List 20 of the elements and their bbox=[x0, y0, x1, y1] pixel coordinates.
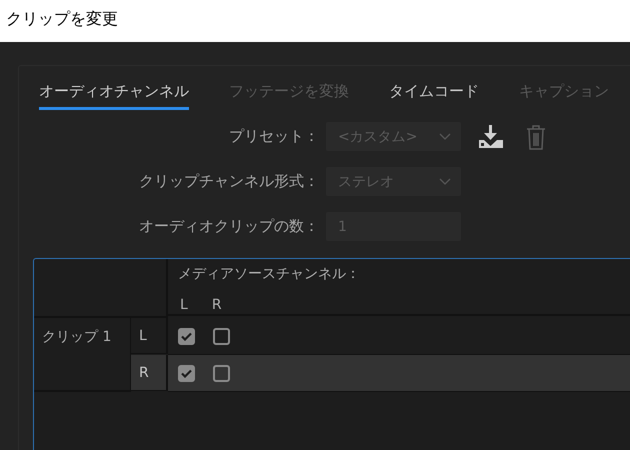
checkbox[interactable] bbox=[178, 328, 195, 344]
channel-label: R bbox=[212, 297, 222, 313]
channel-label: L bbox=[180, 297, 188, 313]
tab[interactable]: タイムコード bbox=[389, 74, 479, 110]
column-header: メディアソースチャンネル： bbox=[178, 265, 361, 283]
clip-label: クリップ 1 bbox=[42, 329, 112, 345]
chevron-icon bbox=[439, 132, 451, 140]
field-label: プリセット： bbox=[229, 127, 319, 146]
row-header[interactable]: R bbox=[131, 355, 168, 391]
chevron-icon bbox=[439, 178, 451, 186]
download-icon[interactable] bbox=[478, 124, 504, 148]
check-icon bbox=[181, 368, 192, 378]
checkbox[interactable] bbox=[213, 328, 230, 344]
field-label: クリップチャンネル形式： bbox=[139, 172, 319, 191]
window-title: クリップを変更 bbox=[5, 8, 119, 30]
checkbox[interactable] bbox=[213, 364, 230, 382]
tab[interactable]: オーディオチャンネル bbox=[39, 74, 189, 110]
field-label: オーディオクリップの数： bbox=[139, 217, 319, 236]
checkbox[interactable] bbox=[178, 364, 195, 382]
check-icon bbox=[181, 332, 192, 340]
